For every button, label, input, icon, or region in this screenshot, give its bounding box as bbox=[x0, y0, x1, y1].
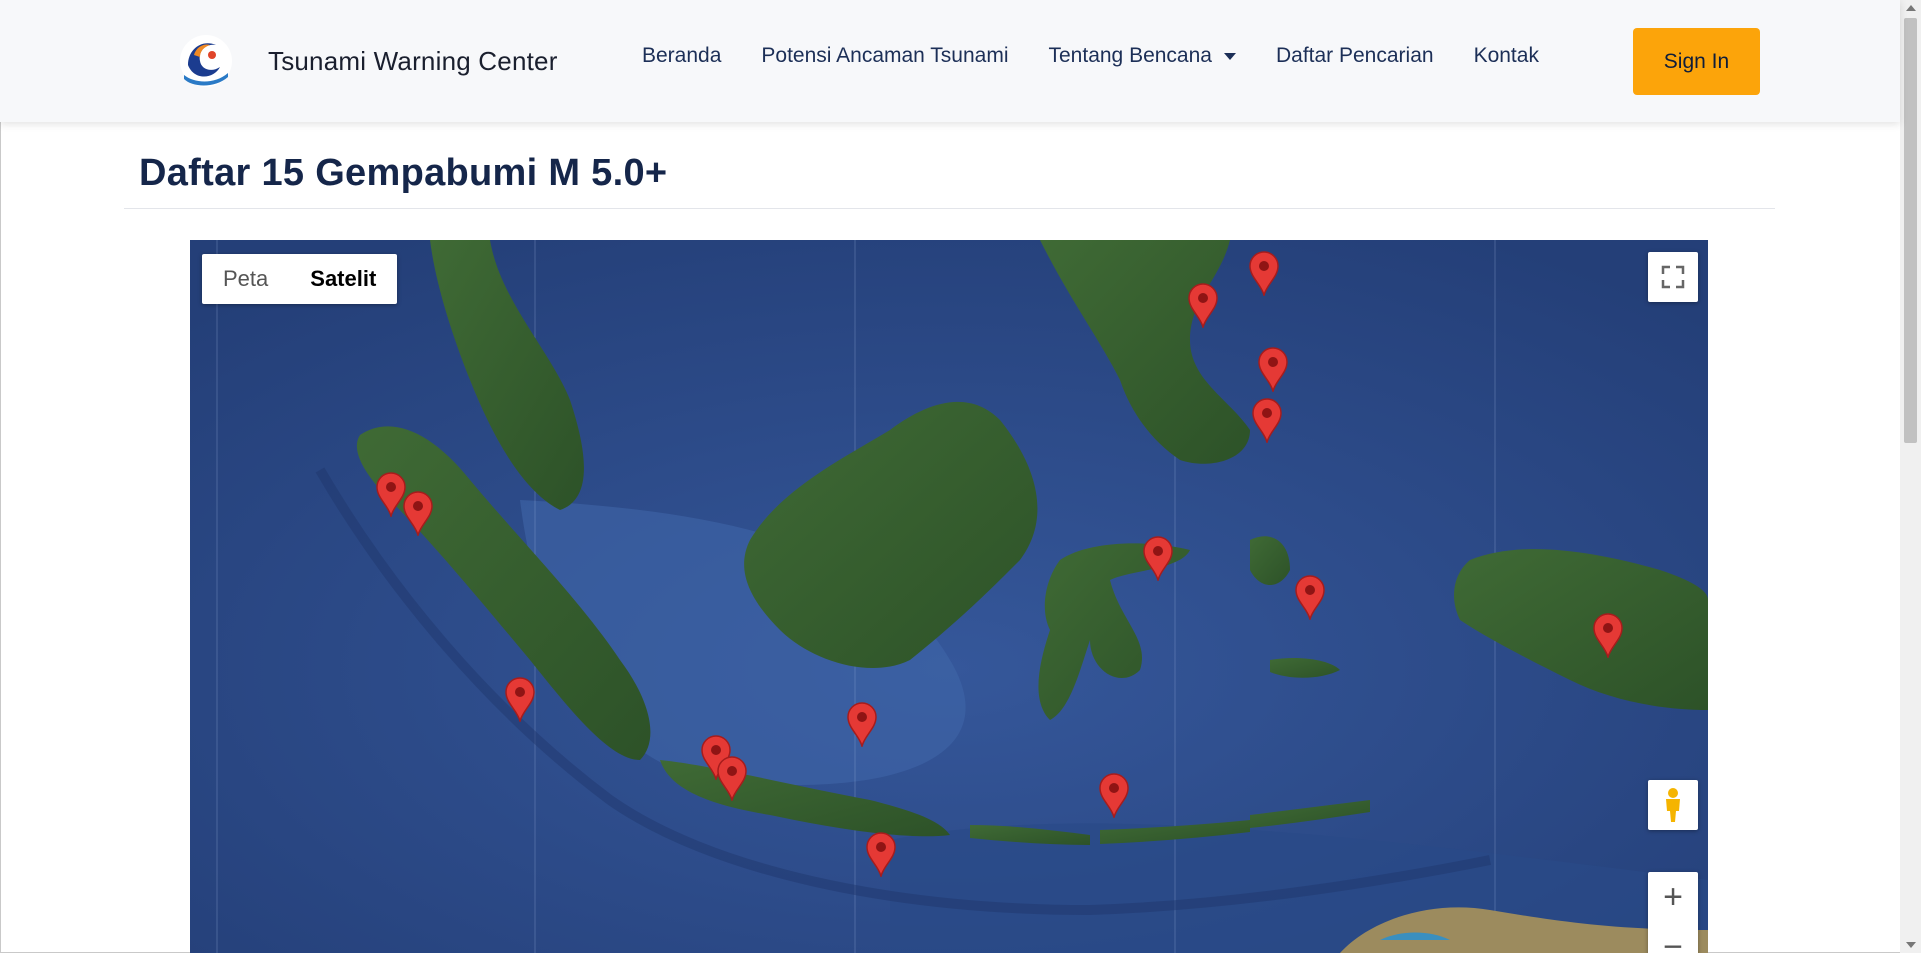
brand-link[interactable]: Tsunami Warning Center bbox=[178, 31, 558, 91]
zoom-control: + − bbox=[1648, 872, 1698, 953]
scroll-up-icon[interactable] bbox=[1906, 5, 1916, 11]
nav-dropdown-label: Tentang Bencana bbox=[1048, 44, 1212, 67]
earthquake-marker[interactable] bbox=[1592, 612, 1624, 660]
map-pin-icon bbox=[1143, 536, 1173, 583]
earthquake-marker[interactable] bbox=[1251, 397, 1283, 445]
map-type-control: Peta Satelit bbox=[202, 254, 398, 304]
earthquake-marker[interactable] bbox=[1142, 535, 1174, 583]
zoom-out-button[interactable]: − bbox=[1648, 922, 1698, 953]
nav-link-potensi-ancaman-tsunami[interactable]: Potensi Ancaman Tsunami bbox=[761, 44, 1008, 68]
earthquake-marker[interactable] bbox=[1294, 574, 1326, 622]
map-pin-icon bbox=[717, 756, 747, 803]
earthquake-marker[interactable] bbox=[504, 676, 536, 724]
satellite-basemap bbox=[190, 240, 1708, 953]
top-navbar: Tsunami Warning Center Beranda Potensi A… bbox=[0, 0, 1900, 122]
earthquake-marker[interactable] bbox=[846, 701, 878, 749]
brand-title: Tsunami Warning Center bbox=[268, 45, 558, 76]
nav-menu: Beranda Potensi Ancaman Tsunami Tentang … bbox=[642, 44, 1579, 68]
pegman-icon bbox=[1666, 788, 1680, 822]
fullscreen-button[interactable] bbox=[1648, 252, 1698, 302]
map-pin-icon bbox=[505, 677, 535, 724]
map-pin-icon bbox=[1188, 283, 1218, 330]
map-pin-icon bbox=[866, 832, 896, 879]
caret-down-icon bbox=[1223, 52, 1236, 60]
sign-in-button[interactable]: Sign In bbox=[1633, 28, 1760, 95]
page-scrollbar[interactable] bbox=[1900, 0, 1921, 953]
scroll-thumb[interactable] bbox=[1904, 18, 1917, 443]
map-pin-icon bbox=[847, 702, 877, 749]
page-title: Daftar 15 Gempabumi M 5.0+ bbox=[139, 152, 668, 194]
street-view-pegman[interactable] bbox=[1648, 780, 1698, 830]
earthquake-marker[interactable] bbox=[1248, 250, 1280, 298]
map-pin-icon bbox=[1295, 575, 1325, 622]
tsunami-logo-icon bbox=[180, 35, 232, 87]
map-pin-icon bbox=[1252, 398, 1282, 445]
earthquake-marker[interactable] bbox=[1098, 772, 1130, 820]
map-pin-icon bbox=[1099, 773, 1129, 820]
nav-link-beranda[interactable]: Beranda bbox=[642, 44, 721, 68]
earthquake-map[interactable]: Peta Satelit + − bbox=[190, 240, 1708, 953]
earthquake-marker[interactable] bbox=[716, 755, 748, 803]
earthquake-marker[interactable] bbox=[1257, 346, 1289, 394]
map-pin-icon bbox=[1258, 347, 1288, 394]
earthquake-marker[interactable] bbox=[1187, 282, 1219, 330]
fullscreen-icon bbox=[1661, 265, 1685, 289]
map-pin-icon bbox=[1249, 251, 1279, 298]
zoom-in-button[interactable]: + bbox=[1648, 872, 1698, 922]
map-type-satelit-button[interactable]: Satelit bbox=[289, 254, 397, 304]
earthquake-marker[interactable] bbox=[865, 831, 897, 879]
nav-link-kontak[interactable]: Kontak bbox=[1474, 44, 1539, 68]
scroll-down-icon[interactable] bbox=[1906, 942, 1916, 948]
map-type-peta-button[interactable]: Peta bbox=[202, 254, 289, 304]
map-pin-icon bbox=[1593, 613, 1623, 660]
nav-link-daftar-pencarian[interactable]: Daftar Pencarian bbox=[1276, 44, 1434, 68]
map-pin-icon bbox=[403, 491, 433, 538]
nav-dropdown-tentang-bencana[interactable]: Tentang Bencana bbox=[1049, 44, 1236, 68]
title-divider bbox=[124, 208, 1775, 209]
earthquake-marker[interactable] bbox=[402, 490, 434, 538]
